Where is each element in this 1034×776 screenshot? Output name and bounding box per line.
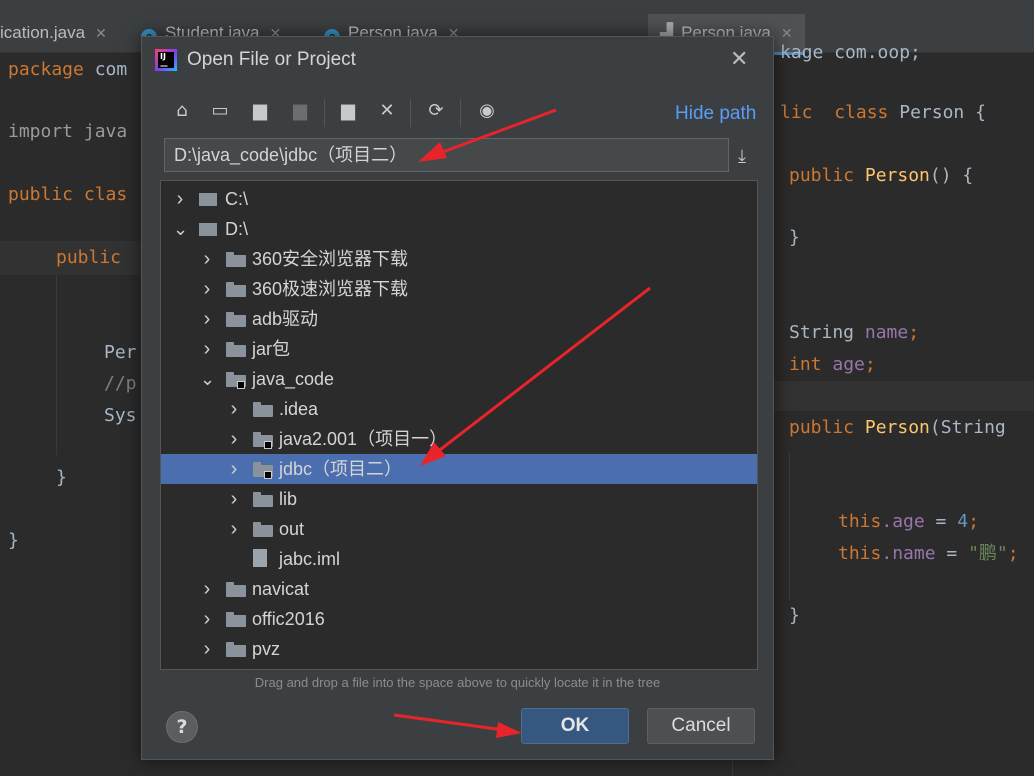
annotation-arrows <box>393 108 651 738</box>
annotation-arrow <box>393 713 522 738</box>
annotation-arrow <box>418 108 557 162</box>
annotation-arrow <box>420 286 651 466</box>
